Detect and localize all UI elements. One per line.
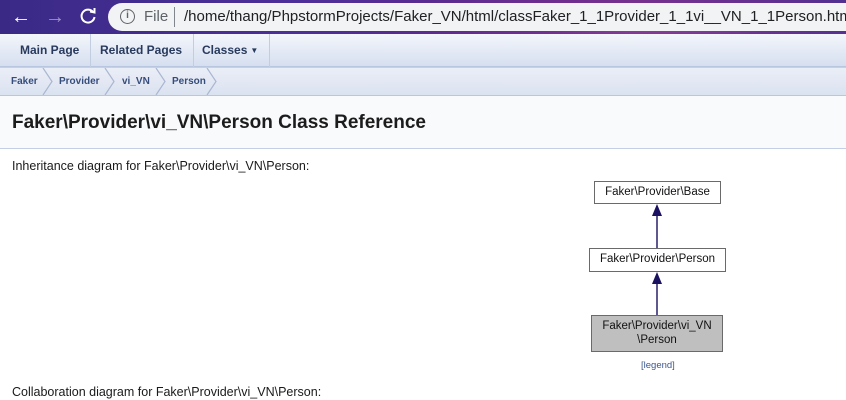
diagram-node-base[interactable]: Faker\Provider\Base — [594, 181, 721, 204]
node-label-line1: Faker\Provider\vi_VN — [602, 320, 712, 332]
collaboration-diagram-caption: Collaboration diagram for Faker\Provider… — [12, 385, 322, 399]
node-label: Faker\Provider\Person — [599, 253, 716, 265]
legend-link[interactable]: [legend] — [641, 360, 675, 371]
node-label-line2: \Person — [637, 334, 677, 346]
diagram-node-person[interactable]: Faker\Provider\Person — [589, 248, 726, 272]
node-label: Faker\Provider\Base — [605, 186, 710, 198]
diagram-node-vi-vn-person: Faker\Provider\vi_VN \Person — [591, 315, 723, 352]
